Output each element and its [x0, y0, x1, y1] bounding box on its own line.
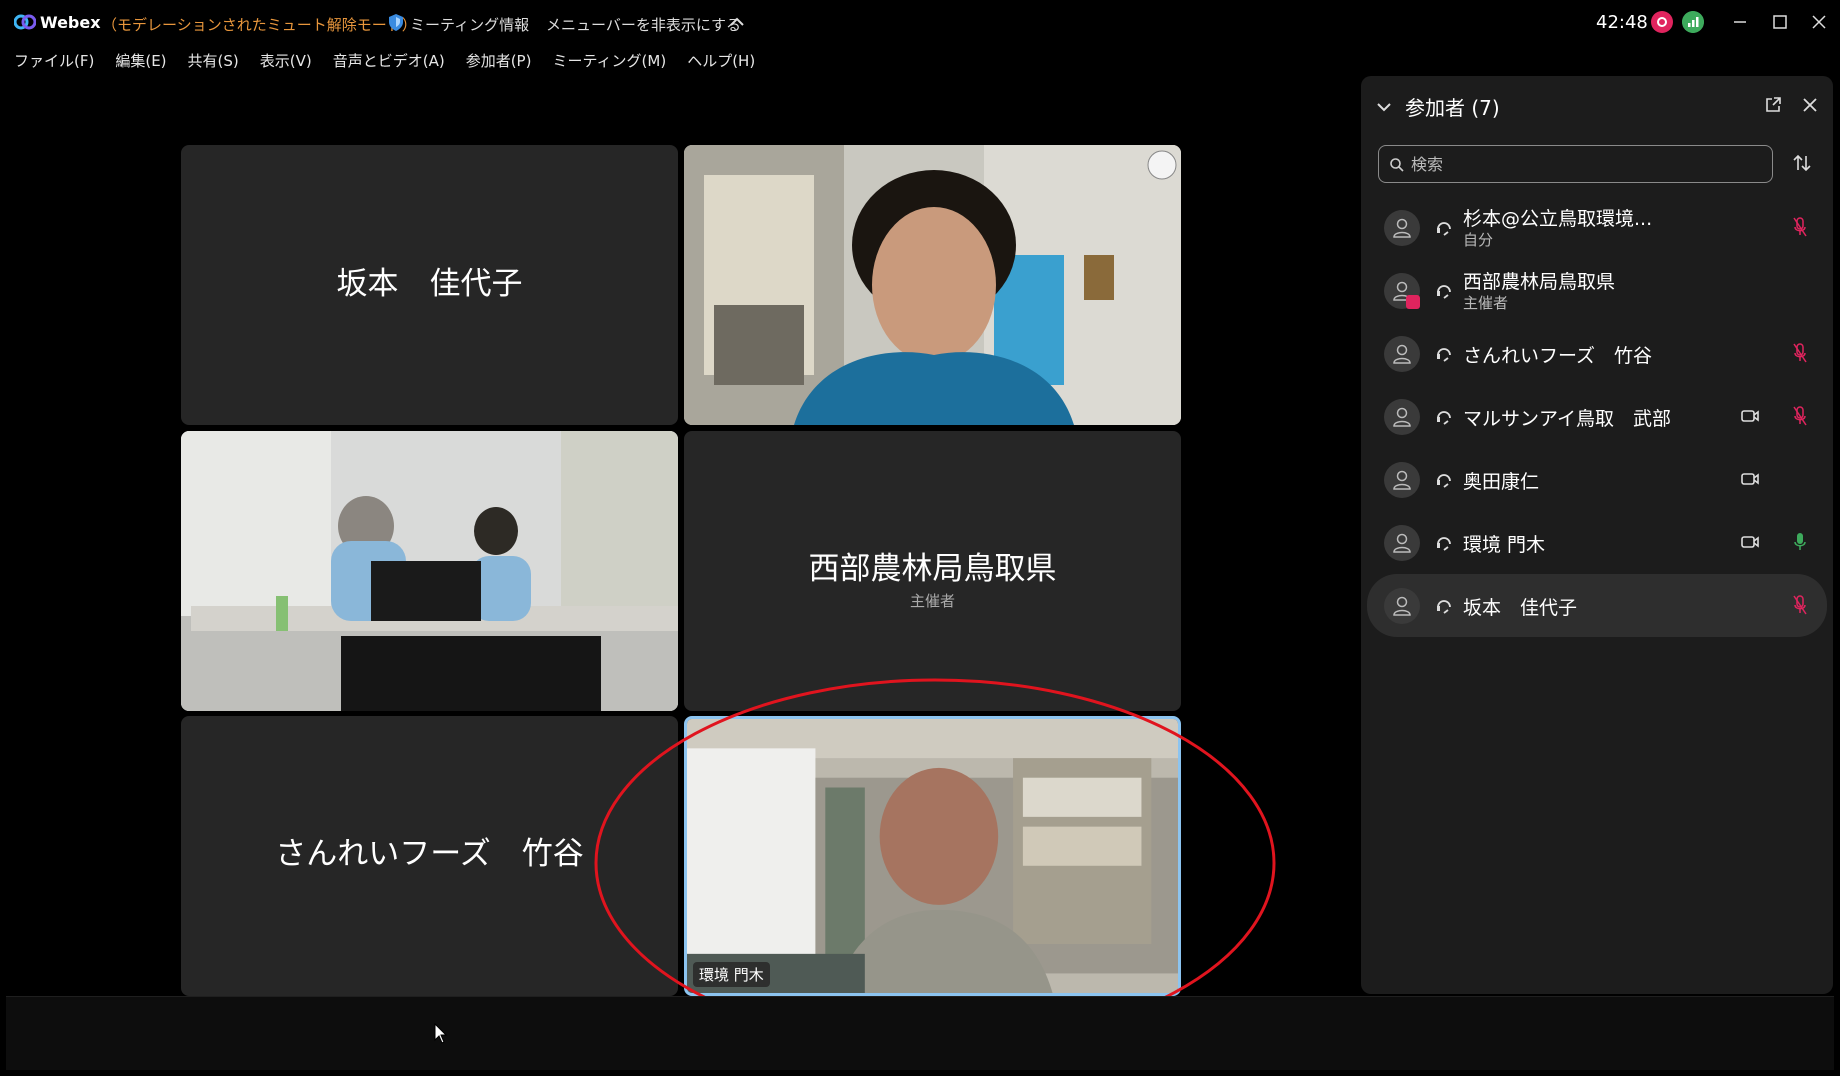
- video-tile-sakamoto[interactable]: 坂本 佳代子: [181, 145, 678, 425]
- active-mic-icon[interactable]: [1793, 531, 1807, 553]
- participant-list: 杉本@公立鳥取環境... 自分 西部農林局鳥取県 主催者 さんれいフーズ 竹谷: [1367, 196, 1827, 637]
- tile-host-label: 主催者: [909, 592, 955, 610]
- meeting-timer: 42:48: [1596, 12, 1648, 33]
- menu-view[interactable]: 表示(V): [260, 46, 312, 76]
- avatar: [1384, 399, 1420, 435]
- tile-participant-name: さんれいフーズ 竹谷: [275, 836, 584, 872]
- avatar: [1384, 588, 1420, 624]
- host-badge-icon: [1406, 295, 1420, 309]
- shield-icon[interactable]: [388, 13, 404, 32]
- video-camera-icon[interactable]: [1740, 470, 1760, 488]
- moderation-mode-label: （モデレーションされたミュート解除モード）: [102, 16, 417, 34]
- video-tile-active-speaker[interactable]: 環境 門木: [684, 716, 1181, 996]
- search-input[interactable]: [1411, 149, 1761, 179]
- avatar: [1384, 273, 1420, 309]
- video-camera-icon[interactable]: [1740, 533, 1760, 551]
- participant-row[interactable]: マルサンアイ鳥取 武部: [1367, 385, 1827, 448]
- audio-connected-icon: [1437, 285, 1451, 299]
- menu-edit[interactable]: 編集(E): [115, 46, 166, 76]
- audio-connected-icon: [1437, 348, 1451, 362]
- menu-help[interactable]: ヘルプ(H): [687, 46, 755, 76]
- participant-name: 坂本 佳代子: [1463, 597, 1578, 619]
- video-tile-camera-1[interactable]: [684, 145, 1181, 425]
- avatar: [1384, 210, 1420, 246]
- user-icon: [1393, 533, 1411, 553]
- hide-menubar-button[interactable]: メニューバーを非表示にする: [546, 14, 741, 35]
- participant-name: 西部農林局鳥取県: [1463, 271, 1616, 293]
- menu-participants[interactable]: 参加者(P): [466, 46, 532, 76]
- tile-participant-name: 西部農林局鳥取県: [808, 551, 1057, 587]
- audio-connected-icon: [1437, 474, 1451, 488]
- avatar: [1384, 336, 1420, 372]
- participant-row[interactable]: 坂本 佳代子: [1367, 574, 1827, 637]
- participant-search-box[interactable]: [1378, 145, 1773, 183]
- participant-name: さんれいフーズ 竹谷: [1463, 345, 1653, 367]
- audio-connected-icon: [1437, 537, 1451, 551]
- participant-name: 奥田康仁: [1463, 471, 1540, 493]
- participants-panel: 参加者 (7) 杉本@公立鳥取環境... 自分: [1361, 76, 1833, 994]
- participant-role: 自分: [1463, 231, 1494, 249]
- participant-row[interactable]: 環境 門木: [1367, 511, 1827, 574]
- user-icon: [1393, 407, 1411, 427]
- participant-video-image: [684, 145, 1181, 425]
- active-speaker-name-label: 環境 門木: [693, 962, 770, 987]
- maximize-icon[interactable]: [1762, 8, 1798, 36]
- audio-connected-icon: [1437, 222, 1451, 236]
- avatar: [1384, 525, 1420, 561]
- panel-title: 参加者 (7): [1405, 96, 1500, 120]
- video-camera-icon[interactable]: [1740, 407, 1760, 425]
- close-window-icon[interactable]: [1801, 8, 1837, 36]
- participant-row[interactable]: さんれいフーズ 竹谷: [1367, 322, 1827, 385]
- menu-share[interactable]: 共有(S): [188, 46, 239, 76]
- title-bar: Webex （モデレーションされたミュート解除モード） ミーティング情報 メニュ…: [0, 0, 1840, 46]
- participant-row[interactable]: 西部農林局鳥取県 主催者: [1367, 259, 1827, 322]
- popout-icon[interactable]: [1764, 96, 1782, 114]
- participant-name: 環境 門木: [1463, 534, 1546, 556]
- video-tile-camera-2[interactable]: [181, 431, 678, 711]
- user-icon: [1393, 596, 1411, 616]
- menu-file[interactable]: ファイル(F): [14, 46, 94, 76]
- search-icon: [1390, 158, 1404, 172]
- user-icon: [1393, 218, 1411, 238]
- meeting-controls-bar: [6, 996, 1834, 1070]
- user-icon: [1393, 470, 1411, 490]
- minimize-icon[interactable]: [1722, 8, 1758, 36]
- webex-logo-icon: [14, 14, 36, 30]
- menu-meeting[interactable]: ミーティング(M): [552, 46, 666, 76]
- participant-role: 主催者: [1463, 294, 1509, 312]
- chevron-up-icon[interactable]: [728, 14, 746, 30]
- participant-row[interactable]: 杉本@公立鳥取環境... 自分: [1367, 196, 1827, 259]
- chevron-down-icon[interactable]: [1375, 100, 1393, 114]
- muted-mic-icon[interactable]: [1793, 342, 1807, 364]
- audio-connected-icon: [1437, 411, 1451, 425]
- video-tile-host[interactable]: 西部農林局鳥取県 主催者: [684, 431, 1181, 711]
- video-tile-takeya[interactable]: さんれいフーズ 竹谷: [181, 716, 678, 996]
- panel-header: 参加者 (7): [1375, 92, 1500, 121]
- menu-bar: ファイル(F) 編集(E) 共有(S) 表示(V) 音声とビデオ(A) 参加者(…: [0, 46, 755, 76]
- user-icon: [1393, 344, 1411, 364]
- mouse-cursor-icon: [434, 1023, 448, 1044]
- participant-row[interactable]: 奥田康仁: [1367, 448, 1827, 511]
- app-name: Webex: [40, 13, 101, 32]
- tile-participant-name: 坂本 佳代子: [336, 266, 523, 302]
- muted-mic-icon[interactable]: [1793, 405, 1807, 427]
- participant-video-image: [687, 719, 1178, 993]
- muted-mic-icon[interactable]: [1793, 594, 1807, 616]
- recording-icon[interactable]: [1651, 11, 1673, 33]
- participant-name: マルサンアイ鳥取 武部: [1463, 408, 1672, 430]
- avatar: [1384, 462, 1420, 498]
- muted-mic-icon[interactable]: [1793, 216, 1807, 238]
- close-icon[interactable]: [1801, 96, 1819, 114]
- participant-name: 杉本@公立鳥取環境...: [1463, 208, 1653, 230]
- menu-audio-video[interactable]: 音声とビデオ(A): [333, 46, 445, 76]
- meeting-info-button[interactable]: ミーティング情報: [410, 14, 529, 35]
- sort-icon[interactable]: [1791, 152, 1813, 174]
- participant-video-image: [181, 431, 678, 711]
- audio-connected-icon: [1437, 600, 1451, 614]
- network-health-icon[interactable]: [1682, 11, 1704, 33]
